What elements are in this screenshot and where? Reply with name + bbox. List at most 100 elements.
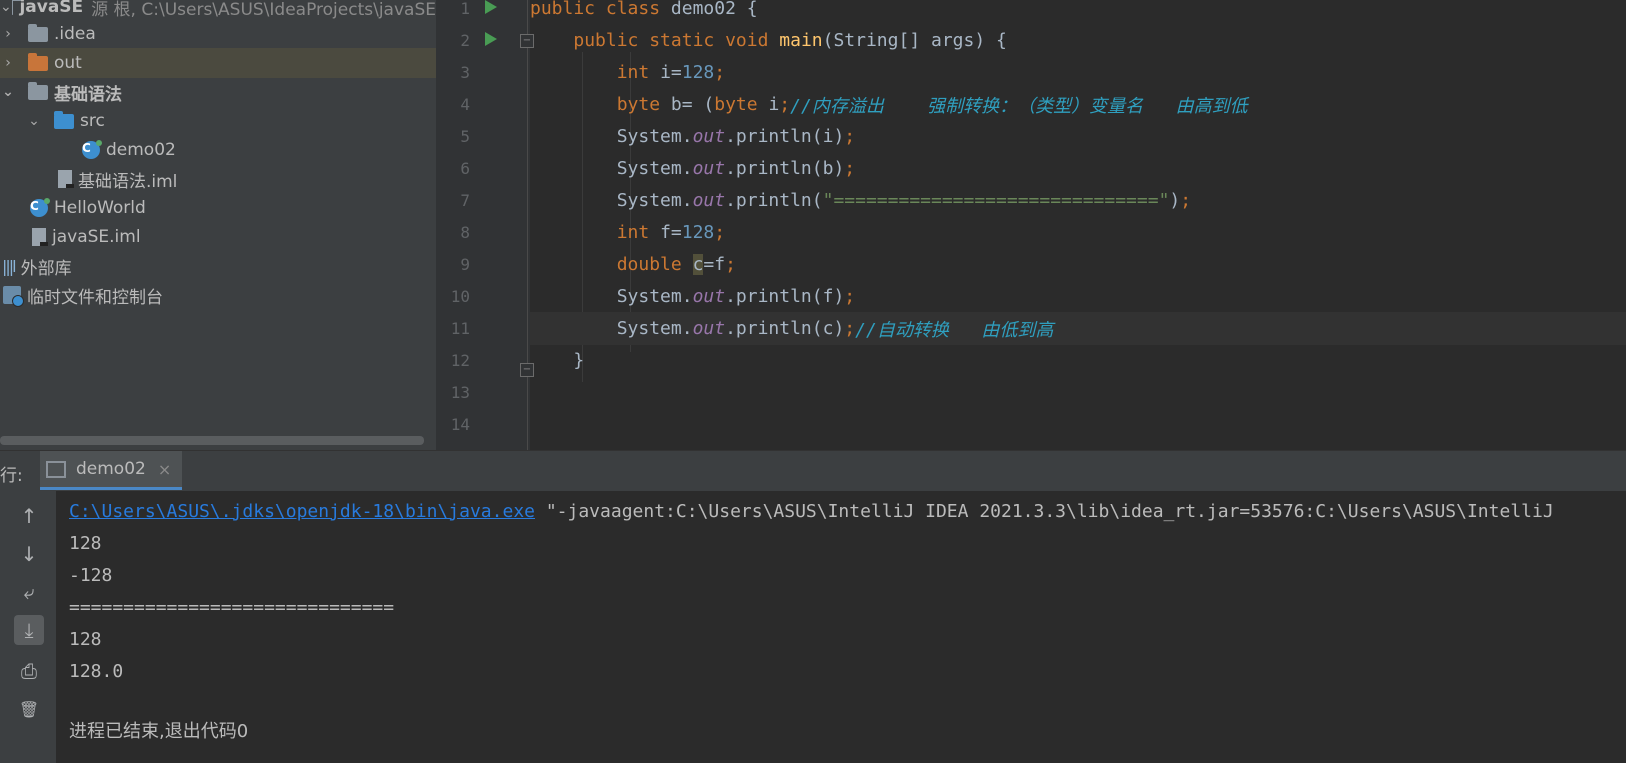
chevron-down-icon[interactable]: ⌄	[0, 0, 12, 15]
code-token: main	[779, 30, 823, 51]
code-token: 128	[681, 222, 715, 243]
line-number: 12	[450, 351, 470, 370]
tree-item-demo02[interactable]: C demo02	[0, 135, 436, 165]
code-token: out	[692, 158, 726, 179]
run-console[interactable]: C:\Users\ASUS\.jdks\openjdk-18\bin\java.…	[56, 491, 1626, 763]
console-output-line: 128	[69, 628, 102, 650]
tree-item-label: 外部库	[20, 258, 72, 279]
code-line[interactable]	[530, 408, 1626, 441]
code-token: double	[616, 254, 693, 275]
code-token: System.	[530, 318, 693, 339]
code-token: class	[605, 0, 671, 19]
code-line[interactable]: System. out .println(c);//自动转换 由低到高	[530, 312, 1626, 345]
run-tab-demo02[interactable]: demo02 ×	[40, 451, 182, 490]
line-number: 4	[460, 95, 470, 114]
tree-item-javase-iml[interactable]: javaSE.iml	[0, 222, 436, 252]
code-token: //内存溢出 强制转换：（类型）变量名 由高到低	[790, 95, 1248, 117]
console-output-line: 128	[69, 532, 102, 554]
code-line[interactable]: double c =f;	[530, 248, 1626, 281]
code-token: 128	[681, 62, 715, 83]
tree-item-helloworld[interactable]: C HelloWorld	[0, 193, 436, 223]
code-token: "=============================="	[822, 190, 1170, 211]
console-output-line: 128.0	[69, 660, 124, 682]
code-token: ;	[1180, 190, 1192, 211]
code-editor[interactable]: public class demo02 { public static void…	[530, 0, 1626, 450]
code-line[interactable]: System. out .println(b);	[530, 152, 1626, 185]
code-token: ;	[844, 286, 856, 307]
code-token: static	[649, 30, 726, 51]
close-icon[interactable]: ×	[158, 460, 171, 479]
code-token: ;	[844, 318, 856, 339]
code-token: .println(	[725, 190, 823, 211]
tree-item-label: javaSE.iml	[52, 227, 141, 247]
tree-item-label: src	[80, 111, 105, 131]
arrow-down-icon[interactable]: ↓	[14, 539, 44, 569]
java-class-icon: C	[82, 140, 102, 159]
run-main-icon[interactable]	[485, 32, 497, 46]
print-icon[interactable]: ⎙	[14, 656, 44, 686]
code-token: public	[573, 30, 650, 51]
line-number: 11	[450, 319, 470, 338]
tree-item-out[interactable]: › out	[0, 48, 436, 78]
chevron-right-icon[interactable]: ›	[0, 26, 16, 42]
tree-item-scratches[interactable]: 临时文件和控制台	[0, 280, 436, 310]
command-line: C:\Users\ASUS\.jdks\openjdk-18\bin\java.…	[69, 496, 1554, 526]
code-line[interactable]: System. out .println(i);	[530, 120, 1626, 153]
code-line[interactable]: int i= 128;	[530, 56, 1626, 89]
chevron-down-icon[interactable]: ⌄	[0, 84, 16, 100]
code-token: ;	[844, 126, 856, 147]
code-line[interactable]: public class demo02 {	[530, 0, 1626, 25]
trash-icon[interactable]: 🗑	[14, 694, 44, 724]
code-token: System.	[530, 286, 693, 307]
iml-file-icon	[32, 228, 48, 246]
tree-item-external-libraries[interactable]: |||l 外部库	[0, 251, 436, 281]
code-token: out	[692, 190, 726, 211]
soft-wrap-icon[interactable]: ⤶	[14, 577, 44, 607]
chevron-right-icon[interactable]: ›	[0, 55, 16, 71]
code-token: =f	[703, 254, 726, 275]
tree-item-label: 临时文件和控制台	[27, 287, 163, 308]
code-token: .println(b)	[725, 158, 845, 179]
code-token: i	[757, 94, 780, 115]
tree-item-idea[interactable]: › .idea	[0, 19, 436, 49]
code-token: void	[725, 30, 780, 51]
code-token: ;	[779, 94, 791, 115]
chevron-down-icon[interactable]: ⌄	[26, 113, 42, 129]
line-number: 6	[460, 159, 470, 178]
code-token: System.	[530, 158, 693, 179]
arrow-up-icon[interactable]: ↑	[14, 501, 44, 531]
console-output-line: -128	[69, 564, 113, 586]
run-class-icon[interactable]	[485, 0, 497, 14]
code-line[interactable]: System. out .println(f);	[530, 280, 1626, 313]
line-number: 1	[460, 0, 470, 18]
code-token: //自动转换 由低到高	[855, 319, 1054, 341]
run-sidebar: ↑ ↓ ⤶ ⤓ ⎙ 🗑	[0, 491, 56, 763]
tree-item-module-iml[interactable]: 基础语法.iml	[0, 164, 436, 194]
code-line[interactable]: }	[530, 344, 1626, 377]
tree-item-src[interactable]: ⌄ src	[0, 106, 436, 136]
tree-root-name: javaSE	[19, 0, 84, 17]
code-token: byte	[714, 94, 758, 115]
code-line[interactable]: int f= 128;	[530, 216, 1626, 249]
tree-item-module[interactable]: ⌄ 基础语法	[0, 77, 436, 107]
code-line[interactable]: public static void main (String[] args) {	[530, 24, 1626, 57]
scroll-to-end-icon[interactable]: ⤓	[14, 615, 44, 645]
line-number: 13	[450, 383, 470, 402]
iml-file-icon	[58, 170, 74, 188]
code-token: c	[692, 254, 704, 275]
tree-horizontal-scrollbar[interactable]	[0, 436, 424, 445]
code-line[interactable]: System. out .println("====================…	[530, 184, 1626, 217]
code-line[interactable]	[530, 376, 1626, 409]
code-line[interactable]: byte b= (byte i;//内存溢出 强制转换：（类型）变量名 由高到低	[530, 88, 1626, 121]
folder-icon	[28, 23, 48, 42]
module-folder-icon	[11, 0, 20, 15]
java-class-icon: C	[30, 198, 50, 217]
code-token: System.	[530, 190, 693, 211]
source-folder-icon	[54, 110, 74, 129]
tree-root-path: 源 根, C:\Users\ASUS\IdeaProjects\javaSE	[91, 0, 436, 20]
java-exe-link[interactable]: C:\Users\ASUS\.jdks\openjdk-18\bin\java.…	[69, 501, 535, 522]
